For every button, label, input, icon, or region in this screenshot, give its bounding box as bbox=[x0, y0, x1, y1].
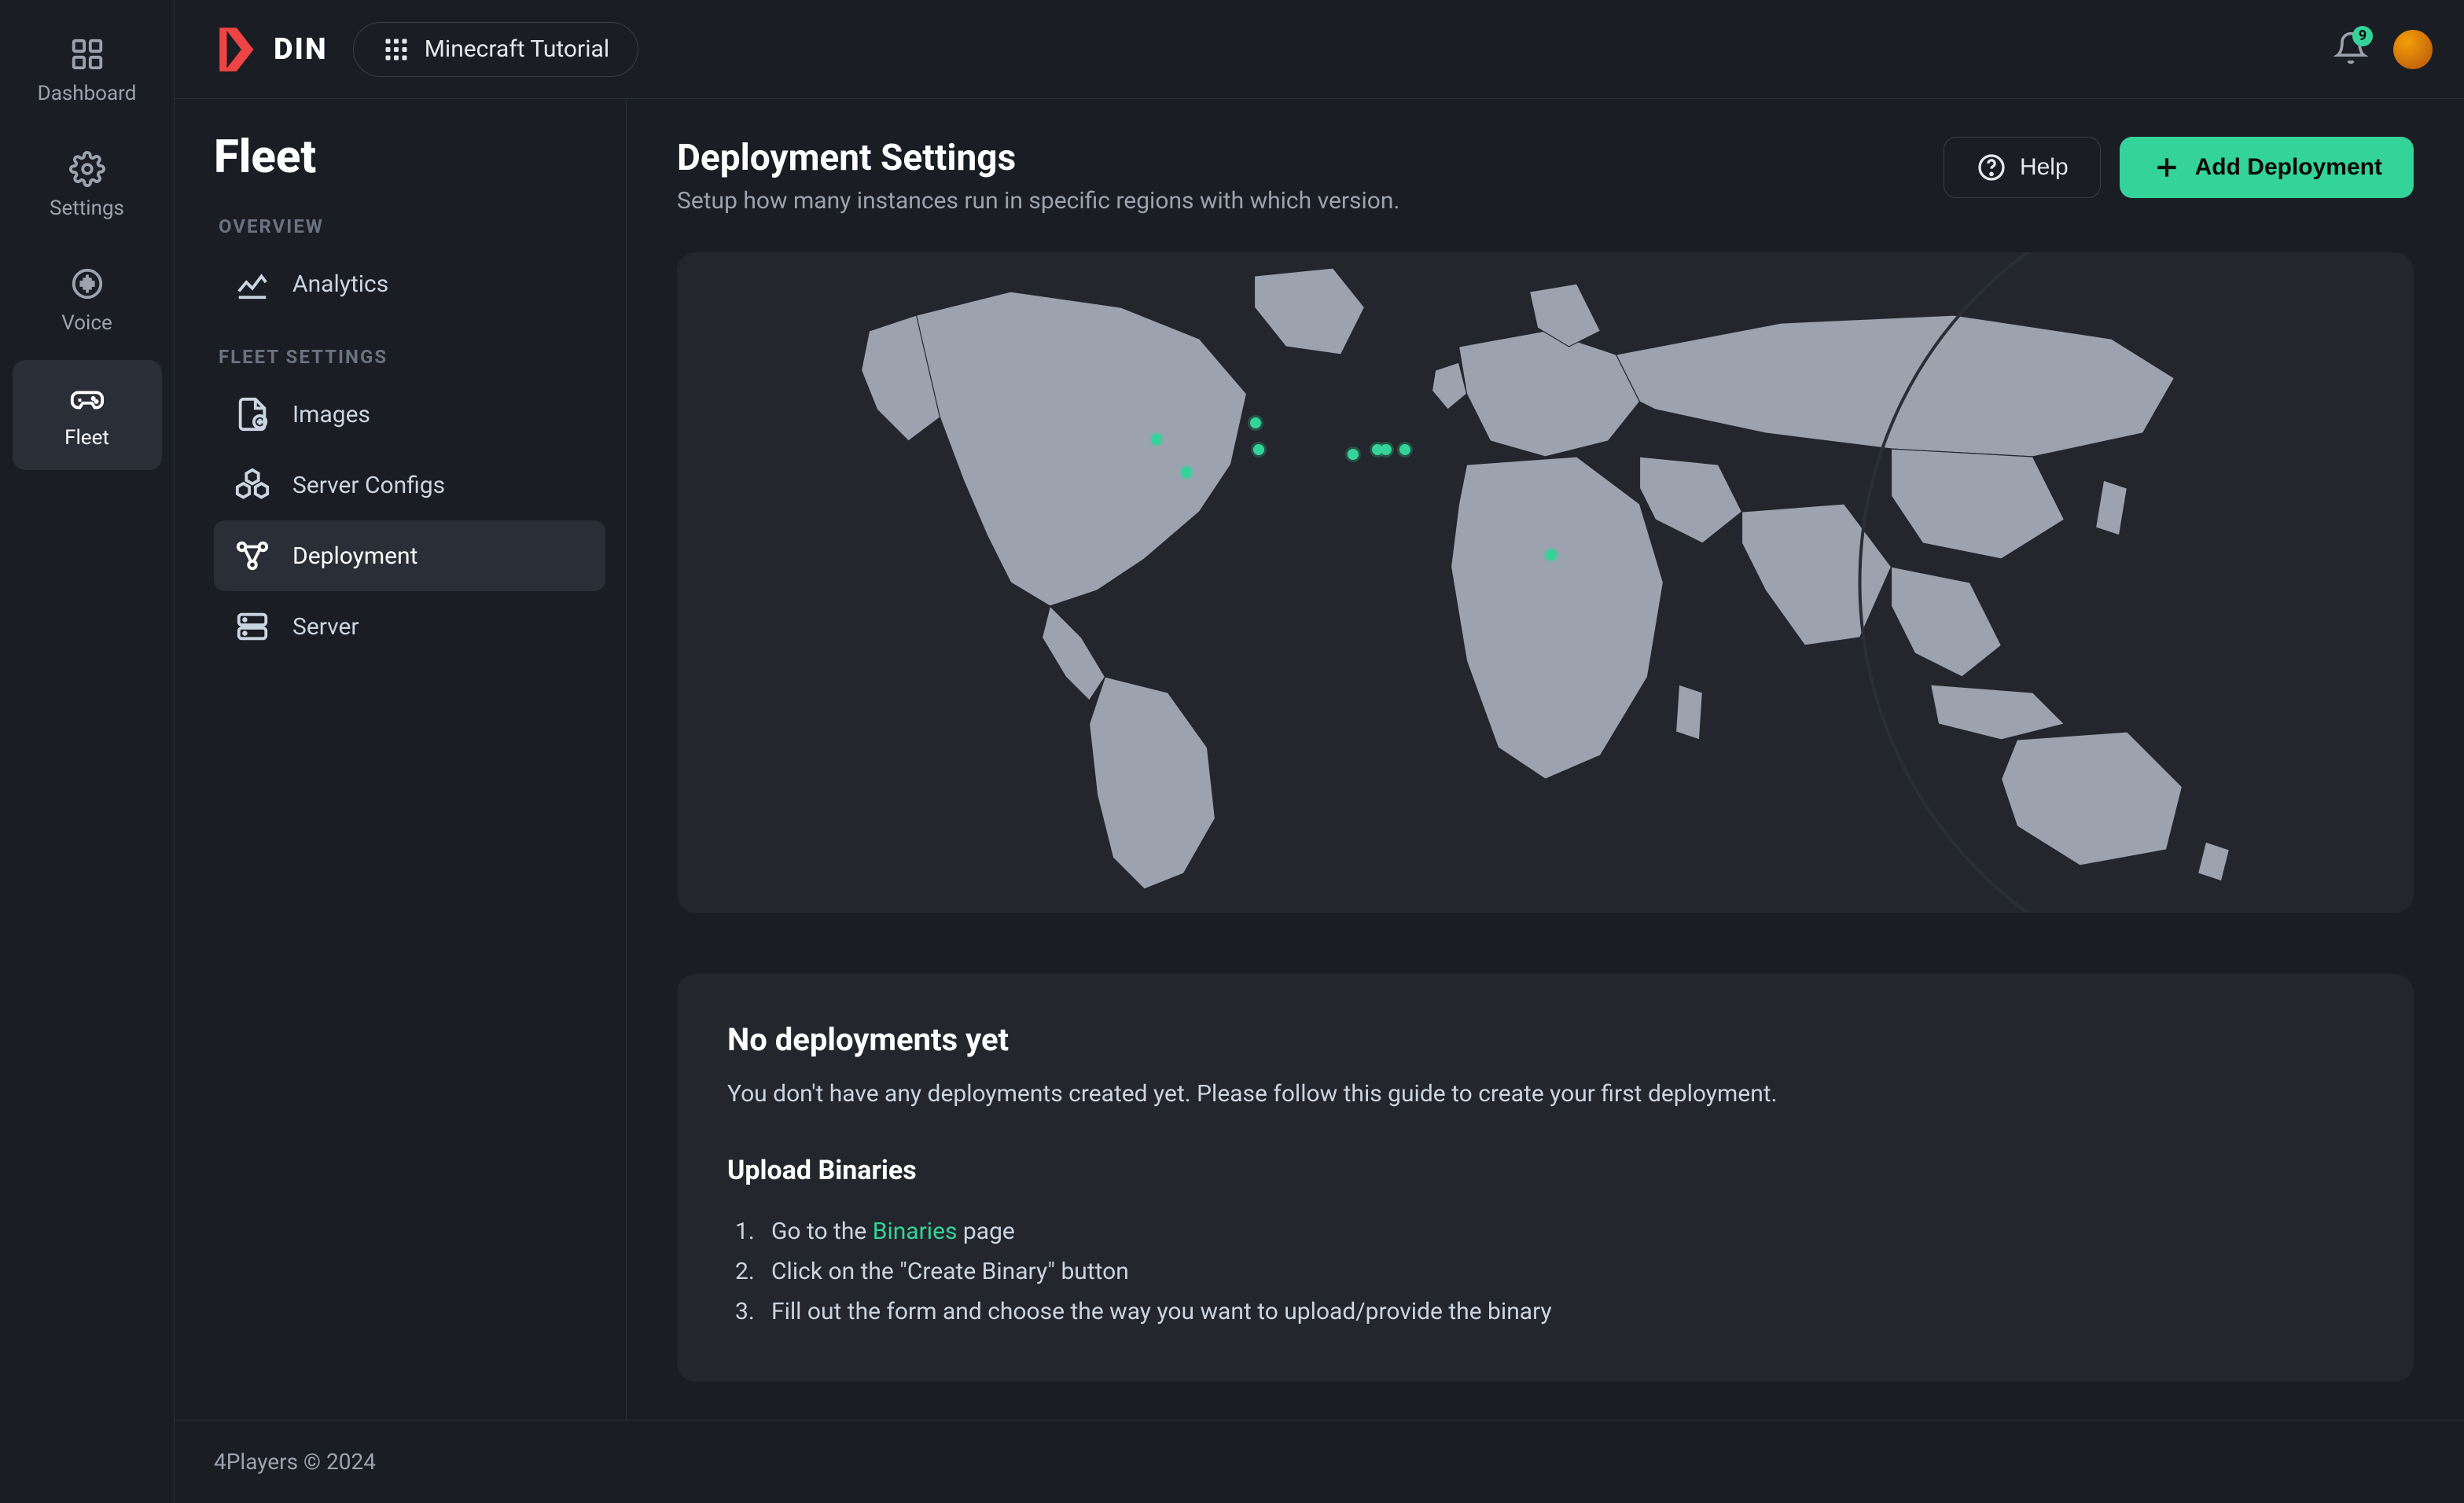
empty-title: No deployments yet bbox=[727, 1021, 2363, 1058]
map-location-dot bbox=[1399, 444, 1410, 455]
map-location-dot bbox=[1250, 417, 1261, 428]
rail-settings-label: Settings bbox=[50, 197, 124, 220]
sidebar: Fleet OVERVIEW Analytics FLEET SETTINGS … bbox=[175, 99, 627, 1420]
help-icon bbox=[1976, 152, 2007, 183]
nav-server-label: Server bbox=[292, 613, 359, 641]
nav-images[interactable]: Images bbox=[214, 379, 605, 450]
nav-analytics[interactable]: Analytics bbox=[214, 248, 605, 319]
empty-description: You don't have any deployments created y… bbox=[727, 1080, 2363, 1108]
upload-binaries-heading: Upload Binaries bbox=[727, 1155, 2363, 1186]
grid-icon bbox=[382, 35, 410, 64]
brand-text: DIN bbox=[274, 32, 328, 67]
nav-server-configs[interactable]: Server Configs bbox=[214, 450, 605, 520]
network-icon bbox=[234, 538, 270, 574]
help-button[interactable]: Help bbox=[1944, 137, 2101, 198]
brand-logo[interactable]: DIN bbox=[212, 20, 328, 79]
add-deployment-button[interactable]: Add Deployment bbox=[2120, 137, 2414, 198]
footer-text: 4Players © 2024 bbox=[214, 1449, 376, 1475]
plus-icon bbox=[2151, 152, 2183, 183]
footer: 4Players © 2024 bbox=[175, 1420, 2464, 1503]
help-label: Help bbox=[2020, 154, 2069, 181]
rail-voice-label: Voice bbox=[61, 311, 112, 335]
add-deployment-label: Add Deployment bbox=[2195, 154, 2382, 181]
app-name: Minecraft Tutorial bbox=[425, 35, 609, 63]
logo-icon bbox=[212, 20, 270, 79]
nav-deployment-label: Deployment bbox=[292, 542, 417, 570]
nav-rail: Dashboard Settings Voice Fleet bbox=[0, 0, 175, 1503]
rail-fleet-label: Fleet bbox=[64, 426, 109, 450]
nav-server[interactable]: Server bbox=[214, 591, 605, 662]
nav-deployment[interactable]: Deployment bbox=[214, 520, 605, 591]
rail-voice[interactable]: Voice bbox=[13, 245, 162, 355]
rail-settings[interactable]: Settings bbox=[13, 130, 162, 241]
guide-step-2: Click on the "Create Binary" button bbox=[727, 1251, 2363, 1292]
voice-icon bbox=[69, 266, 105, 302]
map-location-dot bbox=[1151, 434, 1162, 445]
map-location-dot bbox=[1348, 449, 1359, 460]
boxes-icon bbox=[234, 467, 270, 503]
notification-badge: 9 bbox=[2352, 26, 2373, 46]
binaries-link[interactable]: Binaries bbox=[873, 1218, 958, 1245]
content-area[interactable]: Deployment Settings Setup how many insta… bbox=[627, 99, 2464, 1420]
gear-icon bbox=[69, 151, 105, 187]
section-overview: OVERVIEW bbox=[219, 215, 605, 237]
map-location-dot bbox=[1253, 444, 1264, 455]
rail-fleet[interactable]: Fleet bbox=[13, 360, 162, 470]
nav-server-configs-label: Server Configs bbox=[292, 472, 445, 499]
world-map-svg bbox=[677, 252, 2414, 913]
page-title: Fleet bbox=[214, 130, 605, 184]
app-switcher[interactable]: Minecraft Tutorial bbox=[353, 22, 638, 77]
file-plus-icon bbox=[234, 396, 270, 432]
world-map bbox=[677, 252, 2414, 913]
empty-state-card: No deployments yet You don't have any de… bbox=[677, 974, 2414, 1382]
nav-images-label: Images bbox=[292, 401, 370, 428]
guide-step-3: Fill out the form and choose the way you… bbox=[727, 1292, 2363, 1332]
topbar: DIN Minecraft Tutorial 9 bbox=[175, 0, 2464, 99]
map-location-dot bbox=[1181, 467, 1192, 478]
nav-analytics-label: Analytics bbox=[292, 270, 388, 298]
notifications-button[interactable]: 9 bbox=[2333, 31, 2368, 68]
section-fleet-settings: FLEET SETTINGS bbox=[219, 346, 605, 368]
server-icon bbox=[234, 608, 270, 645]
map-location-dot bbox=[1381, 444, 1392, 455]
content-title: Deployment Settings bbox=[677, 137, 1925, 179]
analytics-icon bbox=[234, 266, 270, 302]
avatar[interactable] bbox=[2393, 30, 2433, 69]
content-subtitle: Setup how many instances run in specific… bbox=[677, 187, 1925, 215]
map-location-dot bbox=[1546, 549, 1557, 560]
guide-steps: Go to the Binaries page Click on the "Cr… bbox=[727, 1211, 2363, 1332]
rail-dashboard-label: Dashboard bbox=[38, 82, 137, 105]
dashboard-icon bbox=[69, 36, 105, 72]
gamepad-icon bbox=[69, 380, 105, 417]
rail-dashboard[interactable]: Dashboard bbox=[13, 16, 162, 126]
guide-step-1: Go to the Binaries page bbox=[727, 1211, 2363, 1251]
